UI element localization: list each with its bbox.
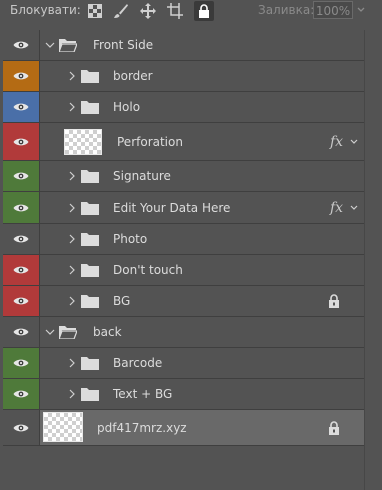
layer-thumbnail [43,412,83,442]
layer-name: pdf417mrz.xyz [97,420,187,435]
layer-row[interactable]: Signature [3,161,364,192]
visibility-eye-icon[interactable] [3,30,40,60]
chevron-down-icon[interactable] [44,30,56,60]
layer-row[interactable]: border [3,61,364,92]
chevron-right-icon[interactable] [66,348,78,378]
fill-dropdown-icon[interactable] [357,3,365,16]
chevron-right-icon[interactable] [66,92,78,122]
visibility-eye-icon[interactable] [3,317,40,347]
lock-bar: Блокувати: Заливка: 100% [0,0,382,22]
visibility-eye-icon[interactable] [3,348,40,378]
visibility-eye-icon[interactable] [3,123,40,160]
folder-open-icon [59,30,77,60]
lock-icon [328,286,340,316]
layer-row[interactable]: Text + BG [3,379,364,410]
lock-artboard-icon[interactable] [166,2,184,20]
folder-icon [81,92,99,122]
layer-name: Perforation [117,134,183,149]
chevron-right-icon[interactable] [66,379,78,409]
chevron-right-icon[interactable] [66,192,78,223]
layer-row[interactable]: Barcode [3,348,364,379]
layer-row[interactable]: Edit Your Data Here fx [3,192,364,224]
visibility-eye-icon[interactable] [3,161,40,191]
layer-name: Edit Your Data Here [113,200,231,215]
chevron-right-icon[interactable] [66,286,78,316]
layer-row[interactable]: Front Side [3,30,364,61]
folder-icon [81,61,99,91]
folder-icon [81,255,99,285]
lock-transparent-pixels-icon[interactable] [86,2,104,20]
visibility-eye-icon[interactable] [3,192,40,223]
visibility-eye-icon[interactable] [3,92,40,122]
folder-icon [81,348,99,378]
layer-row[interactable]: Photo [3,224,364,255]
layer-name: Signature [113,169,171,183]
layer-name: Photo [113,232,148,246]
layer-effects-icon[interactable]: fx [330,123,343,160]
layer-name: back [93,325,122,339]
layer-name: Text + BG [113,387,173,401]
chevron-down-icon[interactable] [44,317,56,347]
fill-input[interactable]: 100% [313,1,353,19]
effects-chevron-down-icon[interactable] [350,123,358,160]
lock-icon [328,410,340,445]
effects-chevron-down-icon[interactable] [350,192,358,223]
layer-row[interactable]: Holo [3,92,364,123]
layer-name: BG [113,294,131,308]
layer-row[interactable]: back [3,317,364,348]
fill-label: Заливка: [258,3,315,17]
layer-row[interactable]: Perforation fx [3,123,364,161]
chevron-right-icon[interactable] [66,161,78,191]
layers-scrollbar[interactable] [364,30,382,490]
visibility-eye-icon[interactable] [3,255,40,285]
folder-icon [81,224,99,254]
layer-name: Front Side [93,38,154,52]
layer-row[interactable]: pdf417mrz.xyz [3,410,364,446]
chevron-right-icon[interactable] [66,61,78,91]
layer-name: Holo [113,100,141,114]
folder-icon [81,286,99,316]
visibility-eye-icon[interactable] [3,61,40,91]
layer-name: border [113,69,153,83]
layer-name: Barcode [113,356,163,370]
layer-row[interactable]: BG [3,286,364,317]
chevron-right-icon[interactable] [66,224,78,254]
layer-effects-icon[interactable]: fx [330,192,343,223]
layer-thumbnail [64,129,102,155]
folder-icon [81,379,99,409]
folder-icon [81,161,99,191]
lock-position-icon[interactable] [139,2,157,20]
visibility-eye-icon[interactable] [3,286,40,316]
layer-row[interactable]: Don't touch [3,255,364,286]
lock-label: Блокувати: [10,3,81,17]
layer-name: Don't touch [113,263,183,277]
visibility-eye-icon[interactable] [3,379,40,409]
lock-all-icon[interactable] [194,1,214,21]
folder-icon [81,192,99,223]
chevron-right-icon[interactable] [66,255,78,285]
folder-open-icon [59,317,77,347]
lock-image-pixels-icon[interactable] [112,2,130,20]
visibility-eye-icon[interactable] [3,224,40,254]
layers-panel: Front Side border Holo Perforation fx Signatu… [3,30,364,490]
visibility-eye-icon[interactable] [3,410,40,445]
